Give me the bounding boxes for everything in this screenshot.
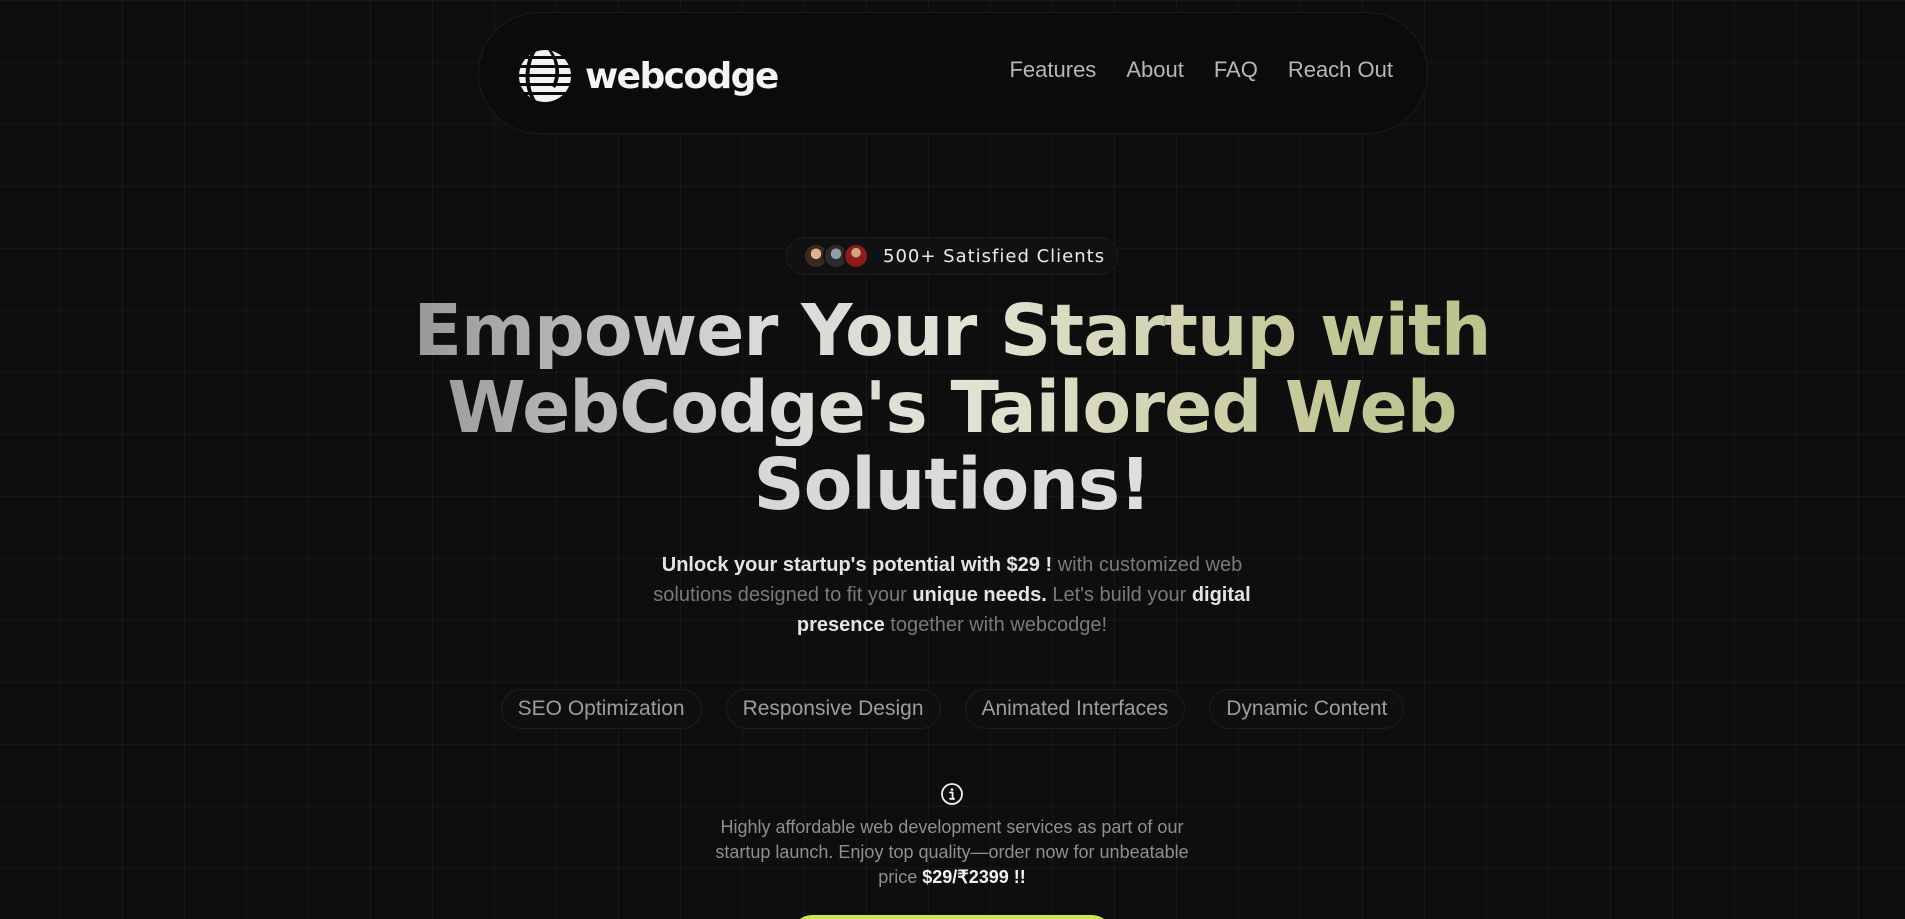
info-circle-icon (941, 783, 963, 805)
feature-pill-dynamic: Dynamic Content (1209, 689, 1405, 729)
offer-price: $29/₹2399 !! (922, 867, 1026, 887)
feature-pill-seo: SEO Optimization (500, 689, 702, 729)
hero-subtext: Unlock your startup's potential with $29… (622, 550, 1282, 640)
nav-link-faq[interactable]: FAQ (1214, 57, 1258, 83)
striped-globe-logo (519, 50, 571, 102)
feature-pill-animated: Animated Interfaces (964, 689, 1186, 729)
clients-badge: 500+ Satisfied Clients (786, 237, 1118, 275)
subtext-segment: together with webcodge! (884, 614, 1108, 636)
subtext-segment: Let's build your (1046, 584, 1192, 606)
launch-offer-text: Highly affordable web development servic… (702, 815, 1202, 890)
avatar-group (803, 243, 875, 269)
badge-text: 500+ Satisfied Clients (883, 245, 1106, 267)
nav-links: Features About FAQ Reach Out (1009, 57, 1393, 83)
avatar (843, 243, 869, 269)
brand-name: webcodge (585, 55, 779, 97)
nav-link-about[interactable]: About (1126, 57, 1184, 83)
hero-headline-line-3: Solutions! (352, 446, 1552, 523)
hero-headline-line-2: WebCodge's Tailored Web (352, 369, 1552, 446)
subtext-price-highlight: Unlock your startup's potential with $29… (661, 554, 1053, 576)
landing-page: webcodge Features About FAQ Reach Out 50… (0, 0, 1905, 919)
feature-pills: SEO Optimization Responsive Design Anima… (0, 689, 1905, 729)
brand[interactable]: webcodge (517, 48, 779, 104)
navbar: webcodge Features About FAQ Reach Out (478, 12, 1428, 134)
subtext-highlight: unique needs. (912, 584, 1047, 606)
nav-link-features[interactable]: Features (1009, 57, 1096, 83)
hero-headline-line-1: Empower Your Startup with (352, 292, 1552, 369)
nav-link-reach-out[interactable]: Reach Out (1288, 57, 1393, 83)
feature-pill-responsive: Responsive Design (725, 689, 941, 729)
hero-headline: Empower Your Startup with WebCodge's Tai… (352, 292, 1552, 523)
cta-button[interactable] (792, 915, 1112, 919)
